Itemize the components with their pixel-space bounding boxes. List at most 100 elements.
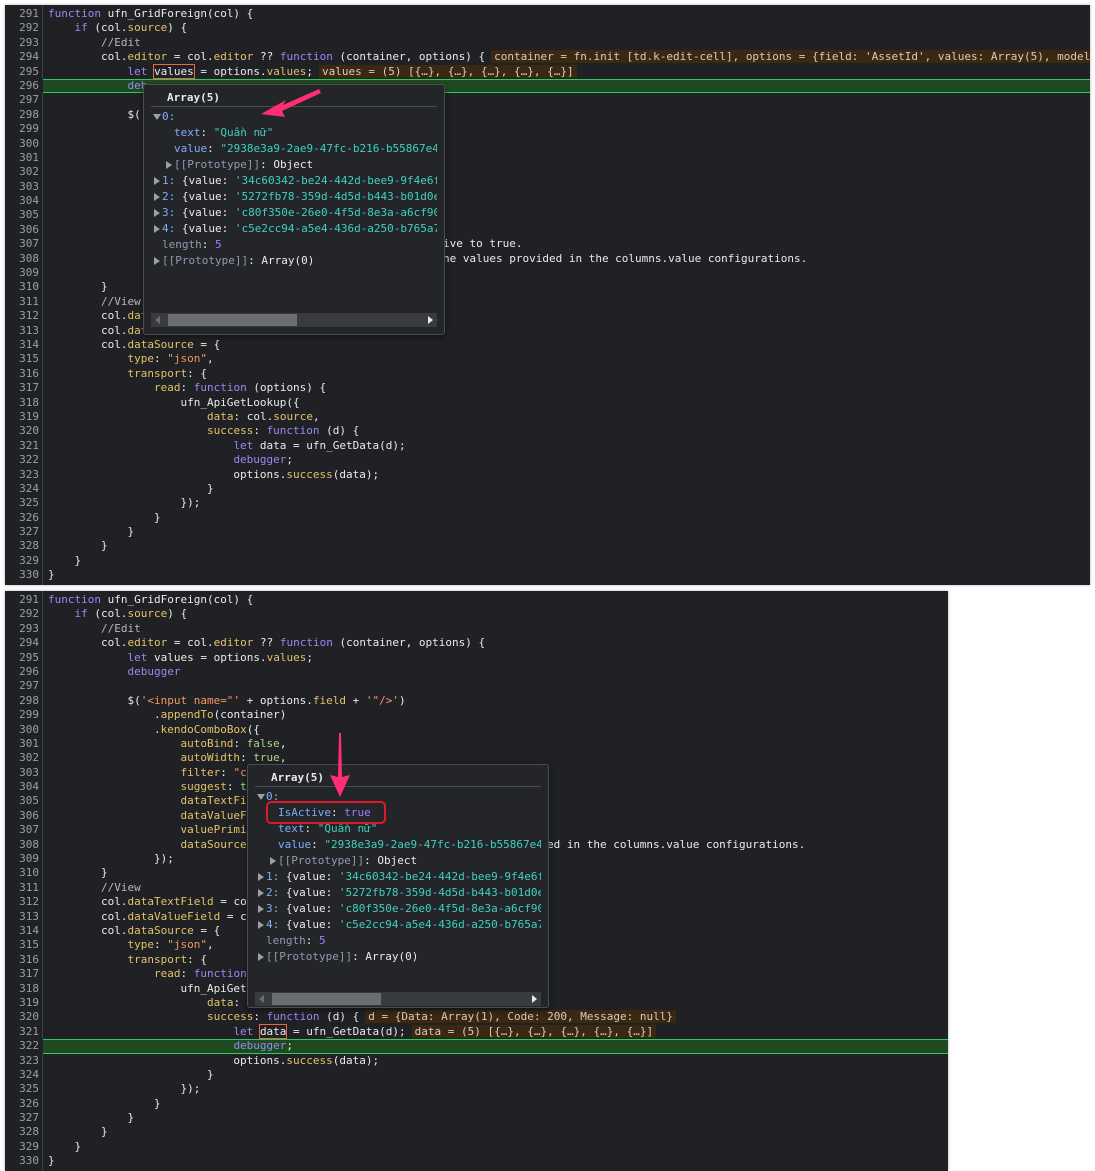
line-number[interactable]: 328: [5, 1125, 39, 1139]
line-number[interactable]: 316: [5, 367, 39, 381]
line-number[interactable]: 324: [5, 482, 39, 496]
line-number[interactable]: 296: [5, 78, 39, 94]
line-number[interactable]: 328: [5, 539, 39, 553]
line-number[interactable]: 299: [5, 122, 39, 136]
line-number[interactable]: 306: [5, 223, 39, 237]
line-number[interactable]: 307: [5, 823, 39, 837]
line-number[interactable]: 293: [5, 622, 39, 636]
line-number[interactable]: 294: [5, 636, 39, 650]
line-number[interactable]: 330: [5, 568, 39, 582]
expand-right-icon[interactable]: [154, 257, 160, 265]
line-number[interactable]: 305: [5, 208, 39, 222]
line-number[interactable]: 326: [5, 1097, 39, 1111]
expand-right-icon[interactable]: [258, 953, 264, 961]
line-number[interactable]: 312: [5, 895, 39, 909]
line-number[interactable]: 305: [5, 794, 39, 808]
line-number[interactable]: 329: [5, 1140, 39, 1154]
line-number[interactable]: 302: [5, 165, 39, 179]
expand-right-icon[interactable]: [258, 921, 264, 929]
line-number[interactable]: 295: [5, 65, 39, 79]
line-number[interactable]: 291: [5, 7, 39, 21]
horizontal-scrollbar[interactable]: [151, 313, 437, 327]
line-number[interactable]: 315: [5, 352, 39, 366]
prototype-array[interactable]: [[Prototype]]: Array(0): [248, 949, 541, 965]
array-item[interactable]: 2: {value: '5272fb78-359d-4d5d-b443-b01d…: [248, 885, 541, 901]
array-item[interactable]: 1: {value: '34c60342-be24-442d-bee9-9f4e…: [248, 869, 541, 885]
line-number[interactable]: 316: [5, 953, 39, 967]
scrollbar-thumb[interactable]: [168, 314, 297, 326]
expand-right-icon[interactable]: [154, 209, 160, 217]
scroll-right-icon[interactable]: [532, 995, 537, 1003]
line-number[interactable]: 318: [5, 982, 39, 996]
line-number[interactable]: 321: [5, 439, 39, 453]
line-number[interactable]: 321: [5, 1025, 39, 1039]
array-item[interactable]: 2: {value: '5272fb78-359d-4d5d-b443-b01d…: [144, 189, 437, 205]
line-number[interactable]: 330: [5, 1154, 39, 1168]
scroll-left-icon[interactable]: [259, 995, 264, 1003]
prototype-object[interactable]: [[Prototype]]: Object: [248, 853, 541, 869]
line-number[interactable]: 311: [5, 881, 39, 895]
line-number[interactable]: 308: [5, 838, 39, 852]
array-item[interactable]: 3: {value: 'c80f350e-26e0-4f5d-8e3a-a6cf…: [248, 901, 541, 917]
line-number[interactable]: 313: [5, 910, 39, 924]
array-item[interactable]: 4: {value: 'c5e2cc94-a5e4-436d-a250-b765…: [144, 221, 437, 237]
line-number[interactable]: 324: [5, 1068, 39, 1082]
line-number[interactable]: 292: [5, 21, 39, 35]
expand-right-icon[interactable]: [166, 161, 172, 169]
line-number[interactable]: 296: [5, 665, 39, 679]
expand-right-icon[interactable]: [154, 225, 160, 233]
prototype-array[interactable]: [[Prototype]]: Array(0): [144, 253, 437, 269]
line-number[interactable]: 314: [5, 924, 39, 938]
line-number[interactable]: 317: [5, 381, 39, 395]
line-number[interactable]: 294: [5, 50, 39, 64]
line-number[interactable]: 319: [5, 996, 39, 1010]
line-number[interactable]: 302: [5, 751, 39, 765]
line-number[interactable]: 327: [5, 1111, 39, 1125]
expand-right-icon[interactable]: [154, 193, 160, 201]
prototype-object[interactable]: [[Prototype]]: Object: [144, 157, 437, 173]
line-number[interactable]: 300: [5, 137, 39, 151]
line-number[interactable]: 323: [5, 1054, 39, 1068]
expand-right-icon[interactable]: [154, 177, 160, 185]
scroll-left-icon[interactable]: [155, 316, 160, 324]
line-number[interactable]: 297: [5, 679, 39, 693]
line-number[interactable]: 310: [5, 866, 39, 880]
line-number[interactable]: 293: [5, 36, 39, 50]
line-number[interactable]: 314: [5, 338, 39, 352]
line-number[interactable]: 323: [5, 468, 39, 482]
expand-down-icon[interactable]: [153, 114, 161, 120]
line-number[interactable]: 300: [5, 723, 39, 737]
array-item[interactable]: 3: {value: 'c80f350e-26e0-4f5d-8e3a-a6cf…: [144, 205, 437, 221]
array-item[interactable]: 4: {value: 'c5e2cc94-a5e4-436d-a250-b765…: [248, 917, 541, 933]
array-item[interactable]: 1: {value: '34c60342-be24-442d-bee9-9f4e…: [144, 173, 437, 189]
line-number[interactable]: 298: [5, 108, 39, 122]
hovered-variable[interactable]: values: [152, 63, 195, 79]
line-number[interactable]: 312: [5, 309, 39, 323]
line-number[interactable]: 326: [5, 511, 39, 525]
expand-right-icon[interactable]: [258, 873, 264, 881]
line-number[interactable]: 301: [5, 151, 39, 165]
line-number[interactable]: 329: [5, 554, 39, 568]
line-number[interactable]: 299: [5, 708, 39, 722]
line-number[interactable]: 325: [5, 1082, 39, 1096]
expand-right-icon[interactable]: [258, 889, 264, 897]
scrollbar-thumb[interactable]: [272, 993, 381, 1005]
line-number[interactable]: 318: [5, 396, 39, 410]
horizontal-scrollbar[interactable]: [255, 992, 541, 1006]
line-number[interactable]: 304: [5, 780, 39, 794]
line-number[interactable]: 308: [5, 252, 39, 266]
line-number[interactable]: 295: [5, 651, 39, 665]
line-number[interactable]: 327: [5, 525, 39, 539]
line-number[interactable]: 310: [5, 280, 39, 294]
line-number[interactable]: 315: [5, 938, 39, 952]
line-number[interactable]: 309: [5, 852, 39, 866]
line-number[interactable]: 291: [5, 593, 39, 607]
line-number[interactable]: 320: [5, 424, 39, 438]
line-number[interactable]: 297: [5, 93, 39, 107]
expand-down-icon[interactable]: [257, 794, 265, 800]
line-number[interactable]: 304: [5, 194, 39, 208]
hovered-variable[interactable]: data: [258, 1023, 288, 1039]
expand-right-icon[interactable]: [270, 857, 276, 865]
line-number[interactable]: 313: [5, 324, 39, 338]
line-number[interactable]: 303: [5, 180, 39, 194]
